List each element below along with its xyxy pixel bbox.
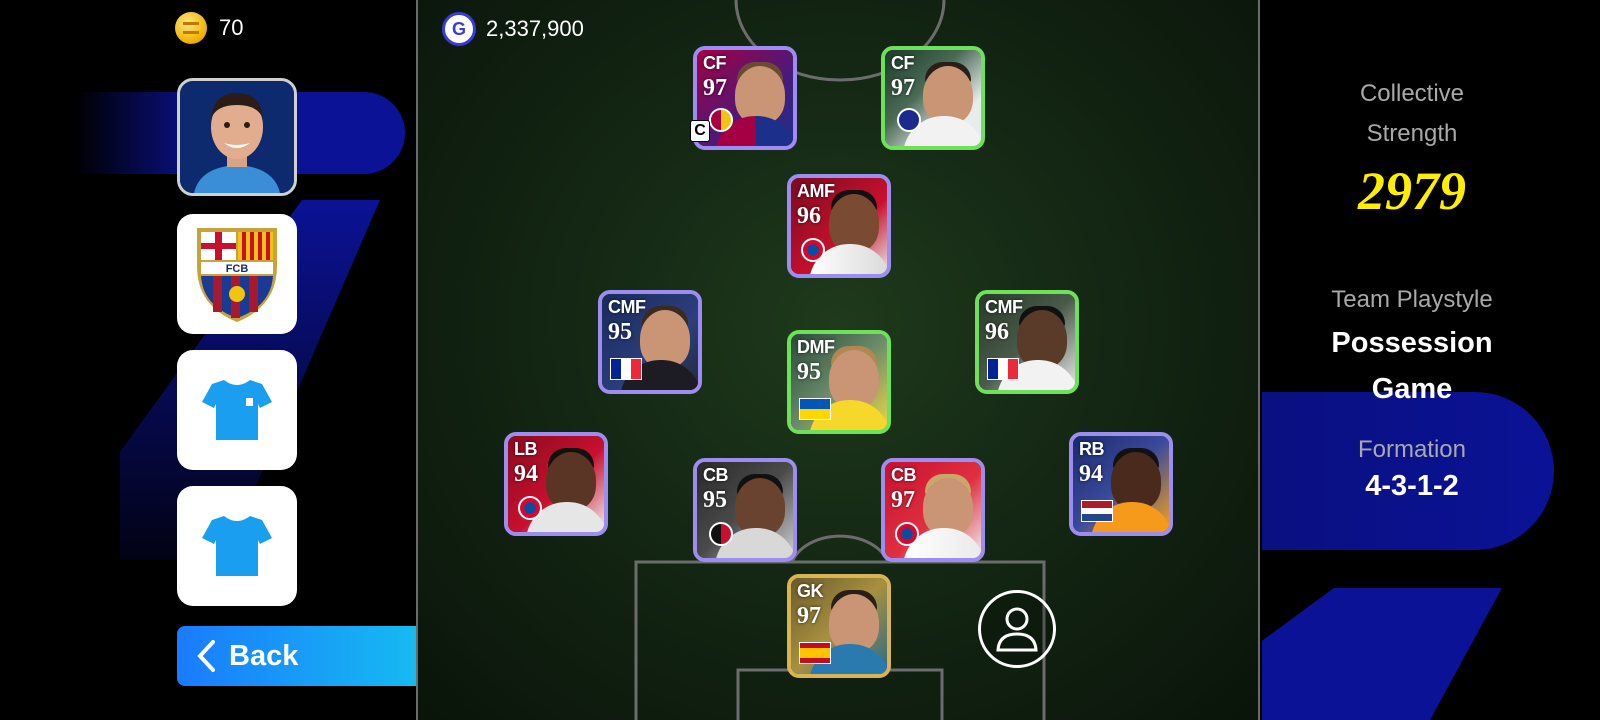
team-playstyle-label: Team Playstyle bbox=[1331, 286, 1493, 313]
team-emblem-button[interactable]: FCB bbox=[177, 214, 297, 334]
player-card-cmf-left[interactable]: CMF 95 bbox=[598, 290, 702, 394]
jersey-icon bbox=[202, 516, 272, 576]
coin-icon bbox=[175, 12, 207, 44]
player-position: DMF bbox=[797, 337, 835, 357]
crest-text: FCB bbox=[226, 263, 249, 275]
player-card-gk[interactable]: GK 97 bbox=[787, 574, 891, 678]
formation-label: Formation bbox=[1357, 436, 1467, 463]
club-inter-icon bbox=[897, 108, 921, 132]
player-card-amf[interactable]: AMF 96 bbox=[787, 174, 891, 278]
team-playstyle-value[interactable]: Possession Game bbox=[1262, 320, 1562, 412]
home-kit-button[interactable] bbox=[177, 350, 297, 470]
jersey-icon bbox=[202, 380, 272, 440]
collective-strength-value: 2979 bbox=[1358, 161, 1466, 221]
player-position: AMF bbox=[797, 181, 835, 201]
player-rating: 95 bbox=[608, 319, 632, 345]
flag-france-icon bbox=[987, 358, 1019, 380]
club-bayern-icon bbox=[518, 496, 542, 520]
player-rating: 96 bbox=[985, 319, 1009, 345]
flag-ukraine-icon bbox=[799, 398, 831, 420]
player-position: CMF bbox=[608, 297, 646, 317]
team-info-panel: Collective Strength 2979 Team Playstyle … bbox=[1262, 0, 1600, 720]
player-position: CB bbox=[703, 465, 729, 485]
collective-strength-label: Collective Strength bbox=[1359, 80, 1465, 147]
coins-display: 70 bbox=[175, 12, 243, 44]
player-card-cmf-right[interactable]: CMF 96 bbox=[975, 290, 1079, 394]
player-rating: 96 bbox=[797, 203, 821, 229]
player-rating: 97 bbox=[797, 603, 821, 629]
left-panel: 70 FCB Back bbox=[0, 0, 416, 720]
player-rating: 97 bbox=[891, 75, 915, 101]
player-position: CMF bbox=[985, 297, 1023, 317]
back-button[interactable]: Back bbox=[177, 626, 416, 686]
player-card-cb-right[interactable]: CB 97 bbox=[881, 458, 985, 562]
gp-value: 2,337,900 bbox=[486, 16, 584, 41]
manager-button[interactable] bbox=[177, 78, 297, 196]
player-rating: 97 bbox=[703, 75, 727, 101]
gp-icon: G bbox=[442, 12, 476, 46]
formation-value[interactable]: 4-3-1-2 bbox=[1262, 470, 1562, 503]
gp-display: G 2,337,900 bbox=[442, 12, 584, 46]
flag-spain-icon bbox=[799, 642, 831, 664]
player-card-cb-left[interactable]: CB 95 bbox=[693, 458, 797, 562]
player-rating: 94 bbox=[1079, 461, 1103, 487]
player-card-dmf[interactable]: DMF 95 bbox=[787, 330, 891, 434]
flag-france-icon bbox=[610, 358, 642, 380]
player-card-lb[interactable]: LB 94 bbox=[504, 432, 608, 536]
club-bayern-icon bbox=[895, 522, 919, 546]
player-rating: 94 bbox=[514, 461, 538, 487]
chevron-left-icon bbox=[197, 640, 215, 672]
player-card-rb[interactable]: RB 94 bbox=[1069, 432, 1173, 536]
person-icon bbox=[996, 607, 1038, 652]
decorative-stripe bbox=[1262, 588, 1502, 720]
player-position: CB bbox=[891, 465, 917, 485]
club-barcelona-icon bbox=[709, 108, 733, 132]
player-rating: 95 bbox=[703, 487, 727, 513]
player-rating: 95 bbox=[797, 359, 821, 385]
player-rating: 97 bbox=[891, 487, 915, 513]
club-bayern-icon bbox=[801, 238, 825, 262]
player-select-button[interactable] bbox=[978, 590, 1056, 668]
away-kit-button[interactable] bbox=[177, 486, 297, 606]
captain-badge: C bbox=[690, 120, 710, 142]
player-position: CF bbox=[891, 53, 915, 73]
player-card-cf-right[interactable]: CF 97 bbox=[881, 46, 985, 150]
player-position: RB bbox=[1079, 439, 1105, 459]
manager-portrait-icon bbox=[180, 81, 294, 193]
player-position: LB bbox=[514, 439, 538, 459]
player-position: GK bbox=[797, 581, 824, 601]
flag-netherlands-icon bbox=[1081, 500, 1113, 522]
coins-value: 70 bbox=[219, 15, 244, 40]
fcb-crest-icon: FCB bbox=[197, 228, 277, 322]
club-milan-icon bbox=[709, 522, 733, 546]
back-label: Back bbox=[229, 639, 299, 672]
player-position: CF bbox=[703, 53, 727, 73]
